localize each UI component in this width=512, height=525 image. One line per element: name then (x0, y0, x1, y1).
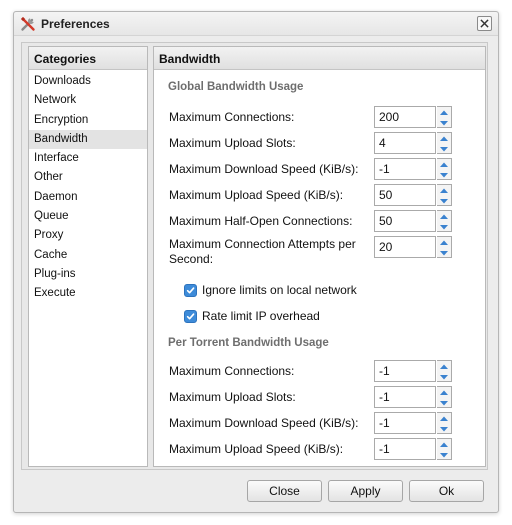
increment-arrow-icon[interactable] (437, 107, 451, 117)
decrement-arrow-icon[interactable] (437, 248, 451, 258)
global-max-half-open-label: Maximum Half-Open Connections: (169, 214, 353, 228)
global-max-upload-speed-row: Maximum Upload Speed (KiB/s): (169, 184, 459, 206)
category-interface[interactable]: Interface (29, 149, 147, 168)
categories-list: Downloads Network Encryption Bandwidth I… (29, 70, 147, 304)
global-max-half-open-row: Maximum Half-Open Connections: (169, 210, 459, 232)
global-max-upload-speed-input[interactable] (374, 184, 436, 206)
global-max-download-speed-label: Maximum Download Speed (KiB/s): (169, 162, 359, 176)
category-other[interactable]: Other (29, 168, 147, 187)
global-max-upload-speed-spinner (374, 184, 454, 206)
torrent-max-download-speed-spinner (374, 412, 454, 434)
increment-arrow-icon[interactable] (437, 387, 451, 397)
global-max-conn-attempts-label: Maximum Connection Attempts per Second: (169, 237, 356, 266)
global-max-upload-slots-row: Maximum Upload Slots: (169, 132, 459, 154)
window-title: Preferences (41, 17, 110, 31)
increment-arrow-icon[interactable] (437, 413, 451, 423)
global-max-upload-slots-input[interactable] (374, 132, 436, 154)
decrement-arrow-icon[interactable] (437, 118, 451, 128)
bandwidth-panel: Bandwidth Global Bandwidth Usage Maximum… (153, 46, 486, 467)
close-window-button[interactable] (477, 16, 492, 31)
preferences-frame: Categories Downloads Network Encryption … (21, 42, 488, 470)
torrent-max-download-speed-row: Maximum Download Speed (KiB/s): (169, 412, 459, 434)
torrent-max-upload-speed-label: Maximum Upload Speed (KiB/s): (169, 442, 344, 456)
category-encryption[interactable]: Encryption (29, 111, 147, 130)
ignore-local-limits-checkbox[interactable] (184, 284, 197, 297)
global-max-upload-slots-spinner (374, 132, 454, 154)
torrent-max-upload-slots-spinner (374, 386, 454, 408)
torrent-max-upload-slots-label: Maximum Upload Slots: (169, 390, 296, 404)
checkmark-icon (186, 313, 195, 320)
torrent-max-upload-speed-input[interactable] (374, 438, 436, 460)
category-proxy[interactable]: Proxy (29, 226, 147, 245)
close-icon (480, 19, 489, 28)
global-max-connections-row: Maximum Connections: (169, 106, 459, 128)
increment-arrow-icon[interactable] (437, 439, 451, 449)
torrent-max-upload-speed-spinner (374, 438, 454, 460)
category-cache[interactable]: Cache (29, 246, 147, 265)
global-max-connections-spinner (374, 106, 454, 128)
global-max-conn-attempts-spinner (374, 236, 454, 258)
close-button[interactable]: Close (247, 480, 322, 502)
torrent-max-upload-slots-input[interactable] (374, 386, 436, 408)
apply-button[interactable]: Apply (328, 480, 403, 502)
torrent-max-download-speed-input[interactable] (374, 412, 436, 434)
category-daemon[interactable]: Daemon (29, 188, 147, 207)
category-queue[interactable]: Queue (29, 207, 147, 226)
decrement-arrow-icon[interactable] (437, 222, 451, 232)
decrement-arrow-icon[interactable] (437, 372, 451, 382)
title-bar[interactable]: Preferences (14, 12, 498, 36)
rate-limit-ip-overhead-label: Rate limit IP overhead (202, 309, 320, 323)
global-max-download-speed-input[interactable] (374, 158, 436, 180)
global-bandwidth-heading: Global Bandwidth Usage (168, 81, 304, 93)
preferences-icon (20, 16, 36, 32)
bandwidth-header: Bandwidth (154, 47, 485, 70)
torrent-max-download-speed-label: Maximum Download Speed (KiB/s): (169, 416, 359, 430)
ok-button[interactable]: Ok (409, 480, 484, 502)
decrement-arrow-icon[interactable] (437, 424, 451, 434)
checkmark-icon (186, 287, 195, 294)
global-max-conn-attempts-input[interactable] (374, 236, 436, 258)
global-max-half-open-spinner (374, 210, 454, 232)
global-max-download-speed-spinner (374, 158, 454, 180)
global-max-connections-input[interactable] (374, 106, 436, 128)
decrement-arrow-icon[interactable] (437, 196, 451, 206)
torrent-max-connections-label: Maximum Connections: (169, 364, 295, 378)
categories-panel: Categories Downloads Network Encryption … (28, 46, 148, 467)
global-max-half-open-input[interactable] (374, 210, 436, 232)
decrement-arrow-icon[interactable] (437, 450, 451, 460)
decrement-arrow-icon[interactable] (437, 170, 451, 180)
increment-arrow-icon[interactable] (437, 185, 451, 195)
increment-arrow-icon[interactable] (437, 361, 451, 371)
categories-header: Categories (29, 47, 147, 70)
global-max-download-speed-row: Maximum Download Speed (KiB/s): (169, 158, 459, 180)
torrent-max-connections-input[interactable] (374, 360, 436, 382)
global-max-upload-slots-label: Maximum Upload Slots: (169, 136, 296, 150)
ignore-local-limits-label: Ignore limits on local network (202, 283, 357, 297)
increment-arrow-icon[interactable] (437, 237, 451, 247)
rate-limit-ip-overhead-checkbox[interactable] (184, 310, 197, 323)
increment-arrow-icon[interactable] (437, 133, 451, 143)
decrement-arrow-icon[interactable] (437, 144, 451, 154)
torrent-max-upload-slots-row: Maximum Upload Slots: (169, 386, 459, 408)
category-plug-ins[interactable]: Plug-ins (29, 265, 147, 284)
per-torrent-bandwidth-heading: Per Torrent Bandwidth Usage (168, 337, 329, 349)
increment-arrow-icon[interactable] (437, 159, 451, 169)
increment-arrow-icon[interactable] (437, 211, 451, 221)
torrent-max-upload-speed-row: Maximum Upload Speed (KiB/s): (169, 438, 459, 460)
preferences-window: Preferences Categories Downloads Network… (13, 11, 499, 513)
global-max-conn-attempts-row: Maximum Connection Attempts per Second: (169, 236, 459, 270)
global-max-upload-speed-label: Maximum Upload Speed (KiB/s): (169, 188, 344, 202)
category-execute[interactable]: Execute (29, 284, 147, 303)
torrent-max-connections-row: Maximum Connections: (169, 360, 459, 382)
category-downloads[interactable]: Downloads (29, 72, 147, 91)
torrent-max-connections-spinner (374, 360, 454, 382)
global-max-connections-label: Maximum Connections: (169, 110, 295, 124)
category-network[interactable]: Network (29, 91, 147, 110)
decrement-arrow-icon[interactable] (437, 398, 451, 408)
category-bandwidth[interactable]: Bandwidth (29, 129, 147, 150)
